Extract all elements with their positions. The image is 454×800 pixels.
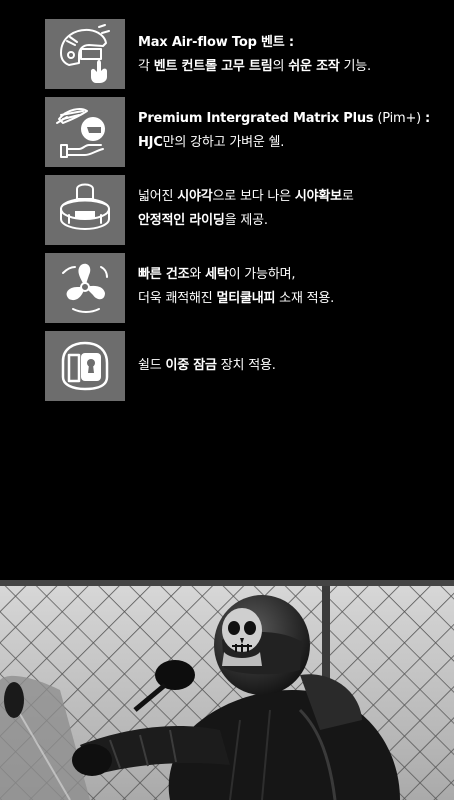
- feature-text-regular: 넓어진: [138, 189, 178, 204]
- feature-line: Max Air-flow Top 벤트 :: [138, 31, 448, 55]
- feature-text: 쉴드 이중 잠금 장치 적용.: [138, 354, 448, 378]
- feature-item-quick-dry: 빠른 건조와 세탁이 가능하며, 더욱 쾌적해진 멀티쿨내피 소재 적용.: [0, 253, 454, 325]
- feature-text-bold: 이중 잠금: [165, 358, 217, 373]
- feature-icon-box: [45, 175, 125, 245]
- feature-line: 빠른 건조와 세탁이 가능하며,: [138, 263, 448, 287]
- feature-text: Max Air-flow Top 벤트 : 각 벤트 컨트롤 고무 트림의 쉬운…: [138, 31, 448, 79]
- feature-text-bold: 세탁: [205, 267, 229, 282]
- feature-text-bold: 안정적인 라이딩: [138, 213, 225, 228]
- feature-text-regular: 기능.: [339, 59, 372, 74]
- feature-text-bold: 시야확보: [294, 189, 342, 204]
- feature-text-regular: 을 제공.: [224, 213, 268, 228]
- feature-line: HJC만의 강하고 가벼운 쉘.: [138, 131, 448, 155]
- feature-text-regular: 으로 보다 나은: [212, 189, 295, 204]
- feature-text: 넓어진 시야각으로 보다 나은 시야확보로 안정적인 라이딩을 제공.: [138, 185, 448, 233]
- feature-text-regular: (Pim+): [373, 111, 425, 126]
- feature-icon-box: [45, 331, 125, 401]
- feature-text-bold: 벤트 컨트롤 고무 트림: [153, 59, 273, 74]
- feature-text-bold: Premium Intergrated Matrix Plus: [138, 111, 374, 126]
- feature-text-regular: 각: [138, 59, 154, 74]
- feature-text-bold: 벤트 :: [261, 35, 294, 50]
- feature-icon-box: [45, 253, 125, 323]
- feature-line: 각 벤트 컨트롤 고무 트림의 쉬운 조작 기능.: [138, 55, 448, 79]
- feature-line: 더욱 쾌적해진 멀티쿨내피 소재 적용.: [138, 287, 448, 311]
- feature-text-regular: 만의 강하고 가벼운 쉘.: [162, 135, 285, 150]
- feature-text-regular: 쉴드: [138, 358, 166, 373]
- feature-icon-box: [45, 97, 125, 167]
- feature-text-regular: 와: [189, 267, 206, 282]
- feature-text-regular: 이 가능하며,: [228, 267, 296, 282]
- feature-text-bold: Max Air-flow Top: [138, 35, 262, 50]
- feature-text-bold: 멀티쿨내피: [216, 291, 276, 306]
- feature-line: 넓어진 시야각으로 보다 나은 시야확보로: [138, 185, 448, 209]
- feature-item-shield-lock: 쉴드 이중 잠금 장치 적용.: [0, 331, 454, 403]
- feature-text-bold: HJC: [138, 135, 163, 150]
- feature-text-bold: 시야각: [177, 189, 213, 204]
- feature-text-regular: 로: [341, 189, 354, 204]
- feature-line: 안정적인 라이딩을 제공.: [138, 209, 448, 233]
- feature-text-bold: 쉬운 조작: [288, 59, 340, 74]
- feature-item-airflow: Max Air-flow Top 벤트 : 각 벤트 컨트롤 고무 트림의 쉬운…: [0, 19, 454, 91]
- feature-item-wide-view: 넓어진 시야각으로 보다 나은 시야확보로 안정적인 라이딩을 제공.: [0, 175, 454, 247]
- rider-with-skull-helmet-photo: [0, 580, 454, 800]
- feature-text-regular: 소재 적용.: [275, 291, 335, 306]
- feature-icon-box: [45, 19, 125, 89]
- feature-line: Premium Intergrated Matrix Plus (Pim+) :: [138, 107, 448, 131]
- feature-text-regular: 장치 적용.: [216, 358, 276, 373]
- feature-text-regular: 더욱 쾌적해진: [138, 291, 217, 306]
- feature-text-bold: :: [424, 111, 430, 126]
- feature-text: 빠른 건조와 세탁이 가능하며, 더욱 쾌적해진 멀티쿨내피 소재 적용.: [138, 263, 448, 311]
- feature-text: Premium Intergrated Matrix Plus (Pim+) :…: [138, 107, 448, 155]
- feature-text-bold: 빠른 건조: [138, 267, 190, 282]
- feature-text-regular: 의: [272, 59, 289, 74]
- feature-line: 쉴드 이중 잠금 장치 적용.: [138, 354, 448, 378]
- feature-item-pim-shell: Premium Intergrated Matrix Plus (Pim+) :…: [0, 97, 454, 169]
